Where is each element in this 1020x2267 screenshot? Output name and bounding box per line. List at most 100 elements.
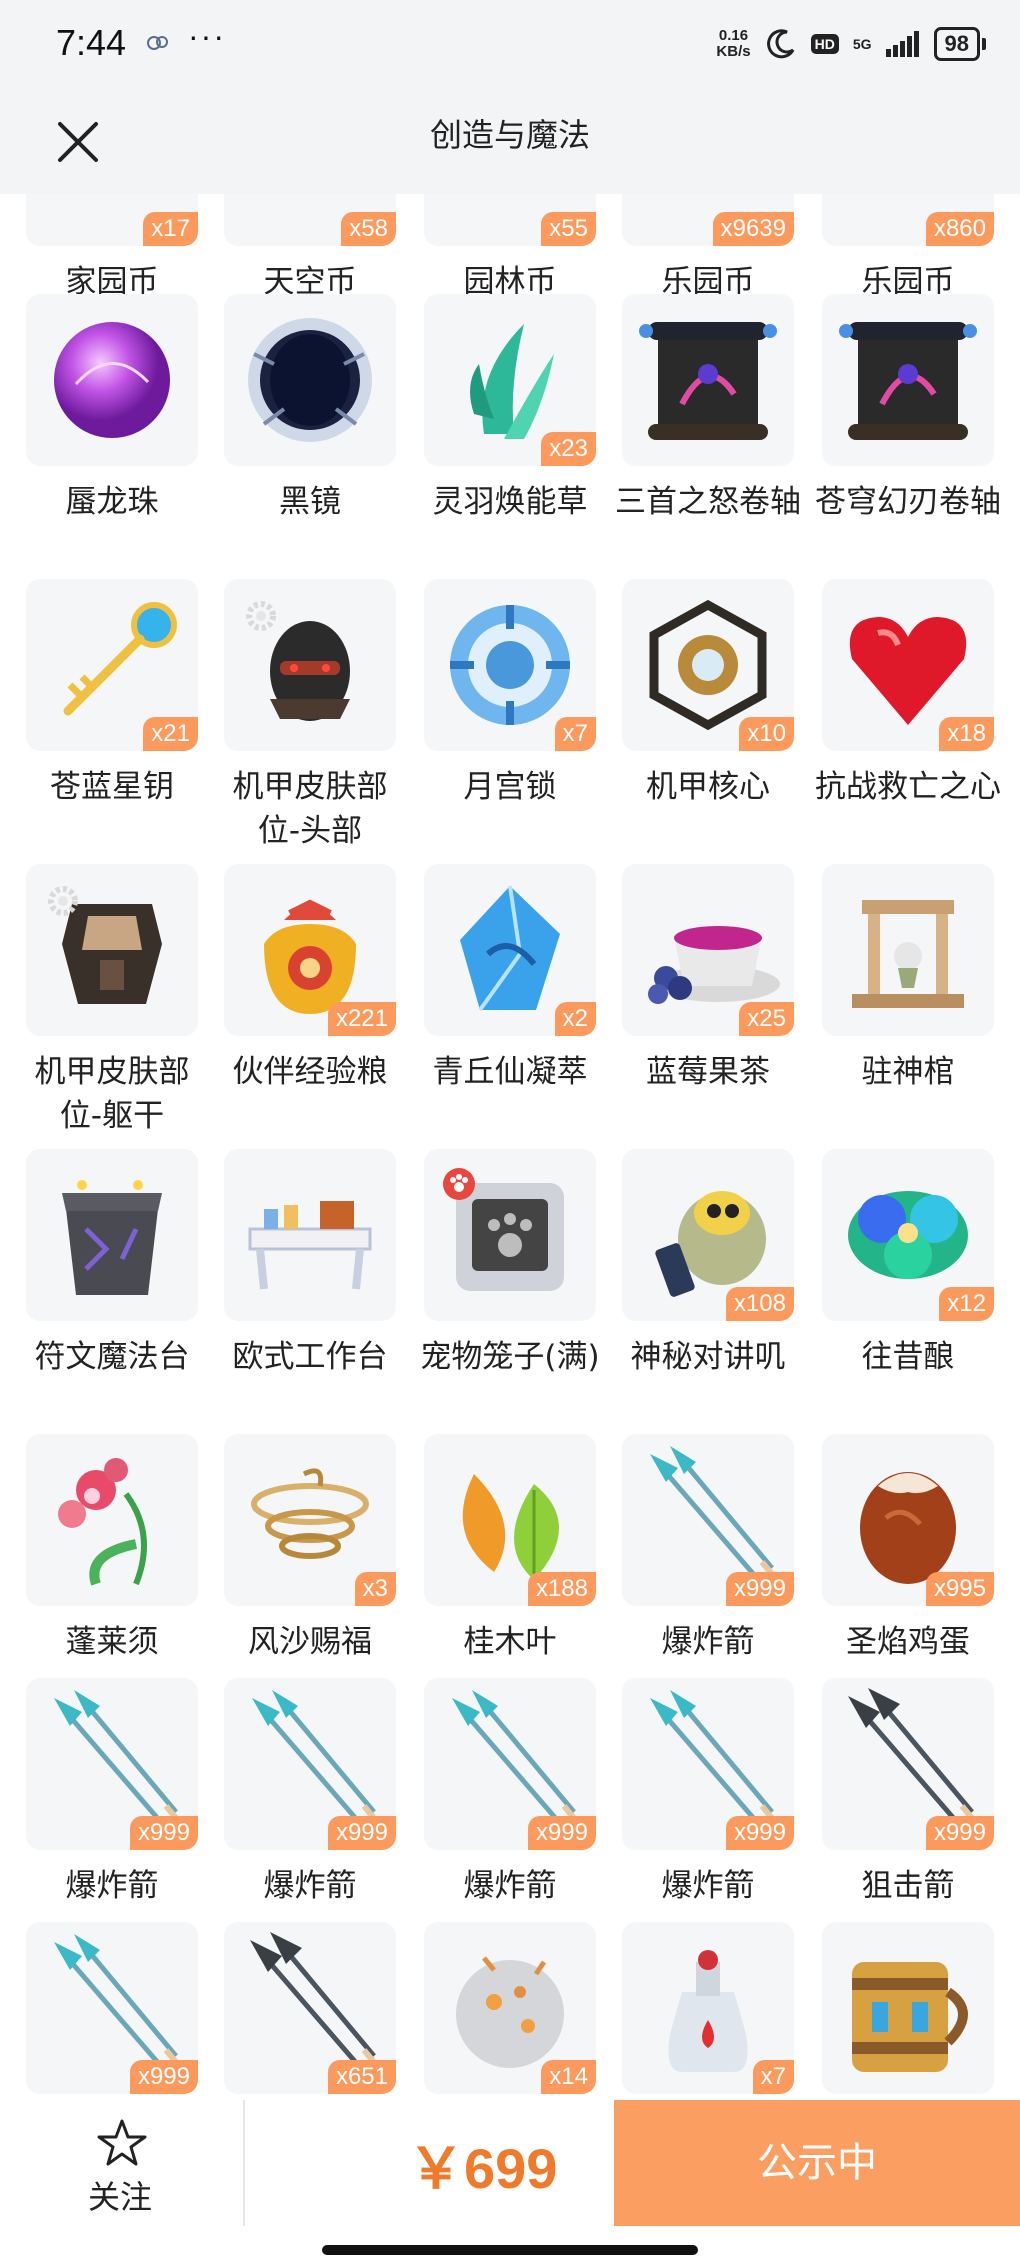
item-count-badge: x2 <box>554 1002 596 1036</box>
gear-icon <box>48 886 78 916</box>
item-tile <box>26 1434 198 1606</box>
orchid-icon <box>58 1458 147 1586</box>
item-name: 机甲皮肤部位-躯干 <box>34 1054 190 1134</box>
item-name: 往昔酿 <box>861 1339 955 1375</box>
rune-altar-icon <box>62 1180 162 1295</box>
item-tile: x17 <box>26 194 198 246</box>
item-count-badge: x999 <box>527 1816 596 1850</box>
item-count-badge: x25 <box>739 1002 794 1036</box>
item-count-badge: x651 <box>327 2060 396 2094</box>
item-name: 机甲核心 <box>646 769 770 805</box>
item-tile <box>822 1922 994 2094</box>
item-count-badge: x999 <box>725 1816 794 1850</box>
item-name: 狙击箭 <box>861 1868 955 1904</box>
item-count-badge: x12 <box>939 1287 994 1321</box>
item-name: 爆炸箭 <box>661 1624 755 1660</box>
item-name: 宠物笼子(满) <box>420 1339 600 1375</box>
item-tile <box>822 294 994 466</box>
item-name: 符文魔法台 <box>34 1339 190 1375</box>
item-name: 蓬莱须 <box>65 1624 159 1660</box>
item-tile: x999 <box>424 1678 596 1850</box>
item-count-badge: x55 <box>541 212 596 246</box>
item-count-badge: x999 <box>327 1816 396 1850</box>
item-count-badge: x999 <box>725 1572 794 1606</box>
item-name: 苍蓝星钥 <box>50 769 174 805</box>
item-name: 机甲皮肤部位-头部 <box>232 769 388 849</box>
item-tile <box>822 864 994 1036</box>
gear-icon <box>246 601 276 631</box>
item-name: 爆炸箭 <box>661 1868 755 1904</box>
network-speed: 0.16 KB/s <box>716 27 751 60</box>
item-tile: x999 <box>26 1922 198 2094</box>
item-tile: x860 <box>822 194 994 246</box>
item-count-badge: x999 <box>925 1816 994 1850</box>
moon-icon <box>766 29 794 59</box>
barrel-mug-icon <box>852 1962 968 2072</box>
item-tile: x995 <box>822 1434 994 1606</box>
item-tile: x999 <box>622 1678 794 1850</box>
item-tile <box>622 294 794 466</box>
item-tile: x999 <box>622 1434 794 1606</box>
item-count-badge: x7 <box>554 717 596 751</box>
item-count-badge: x18 <box>939 717 994 751</box>
bottom-action-bar: 关注 ￥699 公示中 <box>0 2100 1020 2230</box>
item-count-badge: x23 <box>541 432 596 466</box>
price: ￥699 <box>408 2137 558 2200</box>
page-header: 创造与魔法 <box>0 92 1020 194</box>
item-count-badge: x7 <box>752 2060 794 2094</box>
item-tile: x18 <box>822 579 994 751</box>
shrine-icon <box>852 900 964 1008</box>
page-title: 创造与魔法 <box>429 116 590 154</box>
follow-label: 关注 <box>87 2178 152 2216</box>
scroll-icon <box>839 322 977 440</box>
item-tile: x188 <box>424 1434 596 1606</box>
workbench-icon <box>248 1201 372 1290</box>
item-tile <box>424 1149 596 1321</box>
item-count-badge: x3 <box>354 1572 396 1606</box>
item-tile: x221 <box>224 864 396 1036</box>
item-tile <box>26 864 198 1036</box>
item-count-badge: x17 <box>143 212 198 246</box>
item-count-badge: x995 <box>925 1572 994 1606</box>
item-name: 蜃龙珠 <box>65 484 159 520</box>
item-count-badge: x10 <box>739 717 794 751</box>
item-name: 青丘仙凝萃 <box>432 1054 588 1090</box>
item-tile: x999 <box>822 1678 994 1850</box>
item-count-badge: x999 <box>129 1816 198 1850</box>
item-tile: x25 <box>622 864 794 1036</box>
star-icon <box>97 2119 147 2166</box>
item-tile: x999 <box>224 1678 396 1850</box>
home-indicator[interactable] <box>322 2245 698 2255</box>
status-bar: 7:44 ··· 0.16 KB/s HD 5G 98 <box>0 0 1020 92</box>
item-name: 月宫锁 <box>463 769 557 805</box>
item-name: 风沙赐福 <box>248 1624 372 1660</box>
item-tile: x3 <box>224 1434 396 1606</box>
item-name: 爆炸箭 <box>263 1868 357 1904</box>
app-notification-icon <box>147 36 168 50</box>
item-tile <box>224 294 396 466</box>
item-tile: x10 <box>622 579 794 751</box>
item-name: 抗战救亡之心 <box>815 769 1001 805</box>
publicity-status-button[interactable]: 公示中 <box>614 2100 1020 2226</box>
purple-orb-icon <box>54 322 170 438</box>
item-tile <box>224 1149 396 1321</box>
item-tile: x2 <box>424 864 596 1036</box>
item-count-badge: x221 <box>327 1002 396 1036</box>
status-time: 7:44 <box>56 22 127 63</box>
hd-icon: HD <box>810 34 839 54</box>
item-name: 爆炸箭 <box>463 1868 557 1904</box>
item-count-badge: x9639 <box>712 212 794 246</box>
item-count-badge: x14 <box>541 2060 596 2094</box>
black-mirror-icon <box>248 318 372 442</box>
item-name: 爆炸箭 <box>65 1868 159 1904</box>
item-tile: x12 <box>822 1149 994 1321</box>
paw-badge-icon <box>443 1168 475 1200</box>
item-name: 欧式工作台 <box>232 1339 388 1375</box>
item-tile: x7 <box>424 579 596 751</box>
item-count-badge: x188 <box>527 1572 596 1606</box>
item-name: 圣焰鸡蛋 <box>846 1624 970 1660</box>
follow-button[interactable]: 关注 <box>40 2118 200 2230</box>
item-count-badge: x21 <box>143 717 198 751</box>
item-name: 蓝莓果茶 <box>646 1054 770 1090</box>
item-tile: x999 <box>26 1678 198 1850</box>
